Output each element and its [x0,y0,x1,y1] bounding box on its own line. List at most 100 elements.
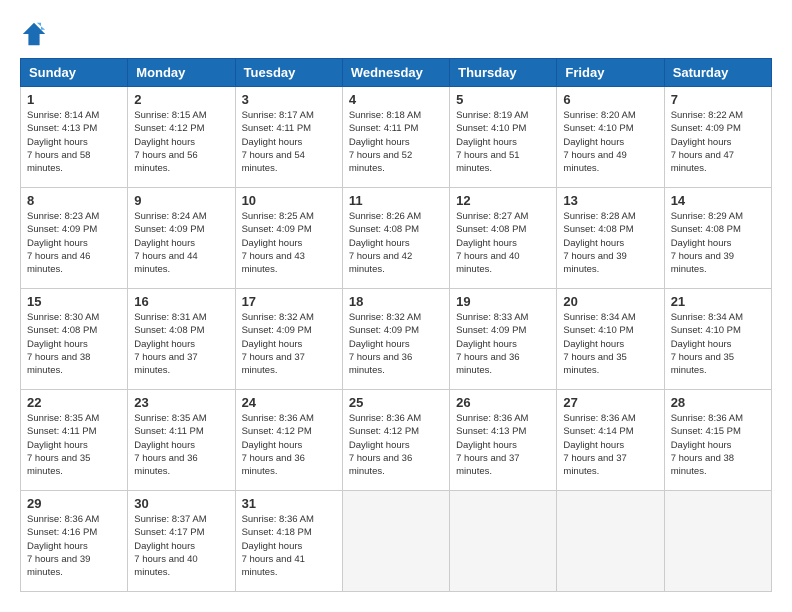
day-number: 23 [134,395,228,410]
day-number: 1 [27,92,121,107]
calendar-cell: 24Sunrise: 8:36 AMSunset: 4:12 PMDayligh… [235,390,342,491]
logo [20,20,52,48]
day-detail: Sunrise: 8:37 AMSunset: 4:17 PMDaylight … [134,513,228,579]
calendar-cell: 13Sunrise: 8:28 AMSunset: 4:08 PMDayligh… [557,188,664,289]
day-detail: Sunrise: 8:27 AMSunset: 4:08 PMDaylight … [456,210,550,276]
day-header-wednesday: Wednesday [342,59,449,87]
day-number: 18 [349,294,443,309]
day-detail: Sunrise: 8:36 AMSunset: 4:16 PMDaylight … [27,513,121,579]
day-detail: Sunrise: 8:32 AMSunset: 4:09 PMDaylight … [349,311,443,377]
day-number: 4 [349,92,443,107]
day-detail: Sunrise: 8:22 AMSunset: 4:09 PMDaylight … [671,109,765,175]
day-header-sunday: Sunday [21,59,128,87]
calendar-cell: 18 Sunrise: 8:32 AMSunset: 4:09 PMDayligh… [342,289,449,390]
calendar-cell: 7 Sunrise: 8:22 AMSunset: 4:09 PMDaylight… [664,87,771,188]
day-detail: Sunrise: 8:31 AMSunset: 4:08 PMDaylight … [134,311,228,377]
day-header-thursday: Thursday [450,59,557,87]
calendar-cell: 2Sunrise: 8:15 AMSunset: 4:12 PMDaylight… [128,87,235,188]
day-detail: Sunrise: 8:36 AMSunset: 4:18 PMDaylight … [242,513,336,579]
day-detail: Sunrise: 8:36 AMSunset: 4:15 PMDaylight … [671,412,765,478]
day-number: 17 [242,294,336,309]
day-detail: Sunrise: 8:20 AMSunset: 4:10 PMDaylight … [563,109,657,175]
day-detail: Sunrise: 8:19 AMSunset: 4:10 PMDaylight … [456,109,550,175]
calendar-cell [557,491,664,592]
day-number: 21 [671,294,765,309]
calendar-cell: 22 Sunrise: 8:35 AMSunset: 4:11 PMDayligh… [21,390,128,491]
day-detail: Sunrise: 8:34 AMSunset: 4:10 PMDaylight … [563,311,657,377]
calendar-cell [450,491,557,592]
day-number: 22 [27,395,121,410]
calendar-cell: 12Sunrise: 8:27 AMSunset: 4:08 PMDayligh… [450,188,557,289]
day-number: 25 [349,395,443,410]
day-header-tuesday: Tuesday [235,59,342,87]
calendar-cell: 11Sunrise: 8:26 AMSunset: 4:08 PMDayligh… [342,188,449,289]
calendar-cell: 29 Sunrise: 8:36 AMSunset: 4:16 PMDayligh… [21,491,128,592]
day-number: 27 [563,395,657,410]
calendar-cell: 17Sunrise: 8:32 AMSunset: 4:09 PMDayligh… [235,289,342,390]
day-detail: Sunrise: 8:17 AMSunset: 4:11 PMDaylight … [242,109,336,175]
day-number: 6 [563,92,657,107]
calendar-cell: 31 Sunrise: 8:36 AMSunset: 4:18 PMDayligh… [235,491,342,592]
calendar-cell [342,491,449,592]
day-number: 14 [671,193,765,208]
day-number: 30 [134,496,228,511]
calendar-cell: 26 Sunrise: 8:36 AMSunset: 4:13 PMDayligh… [450,390,557,491]
calendar-week-row: 29 Sunrise: 8:36 AMSunset: 4:16 PMDayligh… [21,491,772,592]
calendar-cell: 27 Sunrise: 8:36 AMSunset: 4:14 PMDayligh… [557,390,664,491]
calendar-cell: 16Sunrise: 8:31 AMSunset: 4:08 PMDayligh… [128,289,235,390]
calendar-cell: 9 Sunrise: 8:24 AMSunset: 4:09 PMDaylight… [128,188,235,289]
day-detail: Sunrise: 8:30 AMSunset: 4:08 PMDaylight … [27,311,121,377]
calendar-cell [664,491,771,592]
day-number: 7 [671,92,765,107]
day-number: 29 [27,496,121,511]
logo-icon [20,20,48,48]
calendar-cell: 20 Sunrise: 8:34 AMSunset: 4:10 PMDayligh… [557,289,664,390]
calendar-week-row: 22 Sunrise: 8:35 AMSunset: 4:11 PMDayligh… [21,390,772,491]
calendar-cell: 21 Sunrise: 8:34 AMSunset: 4:10 PMDayligh… [664,289,771,390]
day-header-friday: Friday [557,59,664,87]
calendar-cell: 5Sunrise: 8:19 AMSunset: 4:10 PMDaylight… [450,87,557,188]
calendar-cell: 14 Sunrise: 8:29 AMSunset: 4:08 PMDayligh… [664,188,771,289]
day-detail: Sunrise: 8:36 AMSunset: 4:13 PMDaylight … [456,412,550,478]
calendar-cell: 1 Sunrise: 8:14 AMSunset: 4:13 PMDaylight… [21,87,128,188]
calendar-cell: 15Sunrise: 8:30 AMSunset: 4:08 PMDayligh… [21,289,128,390]
day-detail: Sunrise: 8:36 AMSunset: 4:12 PMDaylight … [349,412,443,478]
calendar-week-row: 15Sunrise: 8:30 AMSunset: 4:08 PMDayligh… [21,289,772,390]
calendar-table: SundayMondayTuesdayWednesdayThursdayFrid… [20,58,772,592]
calendar-cell: 30 Sunrise: 8:37 AMSunset: 4:17 PMDayligh… [128,491,235,592]
day-number: 3 [242,92,336,107]
calendar-cell: 19 Sunrise: 8:33 AMSunset: 4:09 PMDayligh… [450,289,557,390]
calendar-cell: 23 Sunrise: 8:35 AMSunset: 4:11 PMDayligh… [128,390,235,491]
day-detail: Sunrise: 8:14 AMSunset: 4:13 PMDaylight … [27,109,121,175]
day-header-saturday: Saturday [664,59,771,87]
day-number: 31 [242,496,336,511]
day-detail: Sunrise: 8:35 AMSunset: 4:11 PMDaylight … [27,412,121,478]
day-number: 10 [242,193,336,208]
day-detail: Sunrise: 8:33 AMSunset: 4:09 PMDaylight … [456,311,550,377]
calendar-cell: 4Sunrise: 8:18 AMSunset: 4:11 PMDaylight… [342,87,449,188]
day-detail: Sunrise: 8:36 AMSunset: 4:14 PMDaylight … [563,412,657,478]
calendar-cell: 6 Sunrise: 8:20 AMSunset: 4:10 PMDaylight… [557,87,664,188]
header [20,20,772,48]
page: SundayMondayTuesdayWednesdayThursdayFrid… [0,0,792,612]
day-number: 19 [456,294,550,309]
calendar-week-row: 8Sunrise: 8:23 AMSunset: 4:09 PMDaylight… [21,188,772,289]
day-detail: Sunrise: 8:29 AMSunset: 4:08 PMDaylight … [671,210,765,276]
day-detail: Sunrise: 8:24 AMSunset: 4:09 PMDaylight … [134,210,228,276]
day-detail: Sunrise: 8:26 AMSunset: 4:08 PMDaylight … [349,210,443,276]
calendar-week-row: 1 Sunrise: 8:14 AMSunset: 4:13 PMDaylight… [21,87,772,188]
calendar-cell: 25 Sunrise: 8:36 AMSunset: 4:12 PMDayligh… [342,390,449,491]
day-detail: Sunrise: 8:34 AMSunset: 4:10 PMDaylight … [671,311,765,377]
day-detail: Sunrise: 8:15 AMSunset: 4:12 PMDaylight … [134,109,228,175]
day-number: 8 [27,193,121,208]
day-number: 28 [671,395,765,410]
day-number: 26 [456,395,550,410]
day-number: 20 [563,294,657,309]
day-detail: Sunrise: 8:25 AMSunset: 4:09 PMDaylight … [242,210,336,276]
calendar-cell: 28 Sunrise: 8:36 AMSunset: 4:15 PMDayligh… [664,390,771,491]
day-number: 9 [134,193,228,208]
calendar-cell: 8Sunrise: 8:23 AMSunset: 4:09 PMDaylight… [21,188,128,289]
day-detail: Sunrise: 8:28 AMSunset: 4:08 PMDaylight … [563,210,657,276]
calendar-header-row: SundayMondayTuesdayWednesdayThursdayFrid… [21,59,772,87]
day-detail: Sunrise: 8:35 AMSunset: 4:11 PMDaylight … [134,412,228,478]
